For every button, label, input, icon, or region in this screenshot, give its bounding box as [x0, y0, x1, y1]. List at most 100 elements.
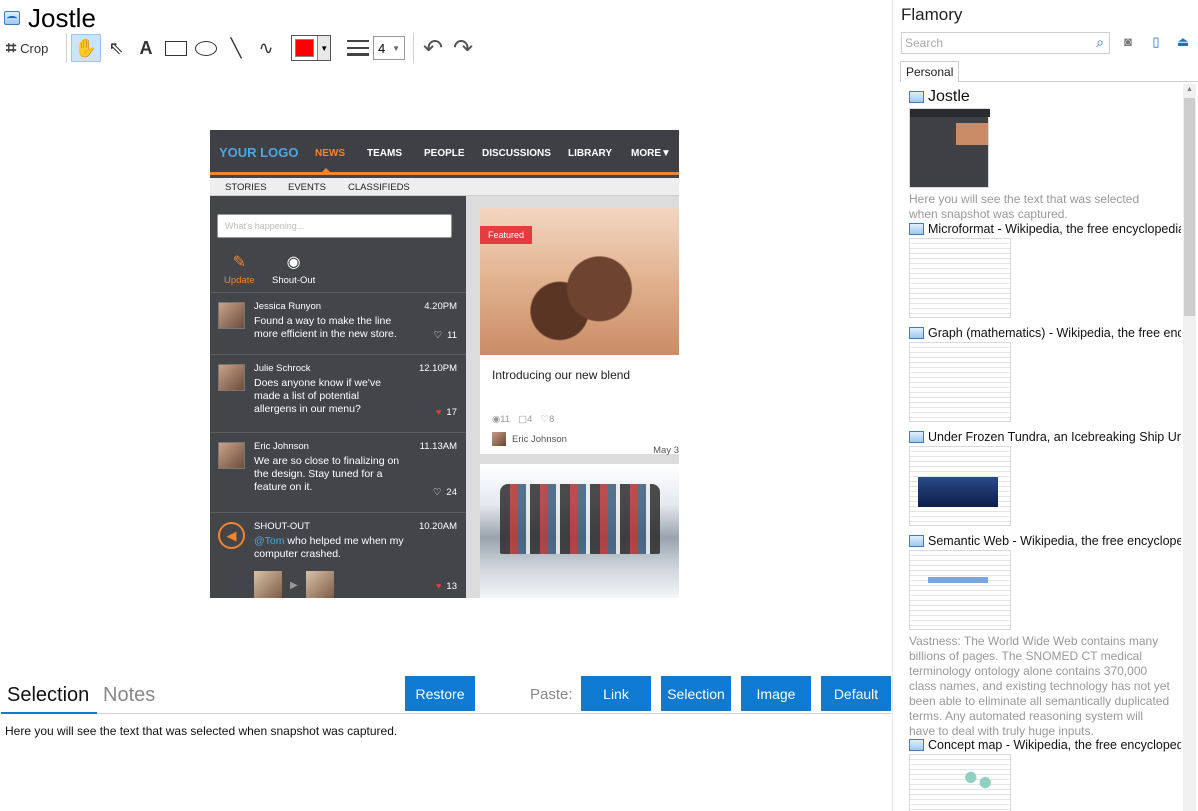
hand-icon: ✋ [74, 37, 98, 58]
camera-icon[interactable]: ◙ [1120, 34, 1136, 50]
likes-stat: ♡8 [540, 414, 554, 425]
snapshot-nav-item: NEWS [315, 148, 345, 159]
list-item-description: Vastness: The World Wide Web contains ma… [909, 634, 1170, 738]
shoutout-thumbs: ▶ [254, 571, 334, 598]
rectangle-tool-button[interactable] [161, 34, 191, 62]
hand-tool-button[interactable]: ✋ [71, 34, 101, 62]
page-icon [909, 739, 924, 751]
tab-selection[interactable]: Selection [7, 684, 89, 707]
paste-label: Paste: [530, 686, 573, 703]
snapshot-nav-item: DISCUSSIONS [482, 148, 551, 159]
feed-like-count: 13 [446, 581, 457, 592]
paste-selection-button[interactable]: Selection [661, 676, 731, 711]
snapshot-nav-item: LIBRARY [568, 148, 613, 159]
document-icon[interactable]: ▯ [1148, 34, 1164, 50]
freehand-tool-button[interactable]: ∿ [251, 34, 281, 62]
feed-time: 11.13AM [419, 441, 457, 452]
undo-button[interactable]: ↶ [418, 34, 448, 62]
text-icon: A [139, 37, 153, 58]
diagram-image [960, 767, 996, 793]
flamory-title: Flamory [901, 5, 963, 24]
scroll-up-icon[interactable]: ▲ [1186, 86, 1193, 93]
paste-link-button[interactable]: Link [581, 676, 651, 711]
page-icon [909, 223, 924, 235]
search-input[interactable]: Search ⌕ [901, 32, 1110, 54]
feed-likes: ♥ 13 [436, 581, 457, 592]
line-width-select[interactable]: 4 ▼ [373, 36, 405, 60]
search-icon[interactable]: ⌕ [1096, 34, 1104, 51]
update-label: Update [224, 275, 255, 286]
color-swatch [295, 39, 315, 57]
heart-icon: ♡ [432, 487, 442, 498]
list-item-header: Concept map - Wikipedia, the free encycl… [909, 738, 1181, 752]
feed-text: @Tom who helped me when my computer cras… [254, 535, 404, 561]
snapshot-list: Jostle Here you will see the text that w… [895, 82, 1198, 811]
list-item-title: Under Frozen Tundra, an Icebreaking Ship… [928, 430, 1181, 444]
mention-link: @Tom [254, 535, 285, 547]
views-count: 11 [500, 414, 511, 425]
feed-author: SHOUT-OUT [254, 521, 310, 532]
scrollbar[interactable]: ▲ [1183, 84, 1196, 811]
heart-icon: ♥ [435, 407, 442, 418]
ship-image [918, 477, 998, 507]
ellipse-tool-button[interactable] [191, 34, 221, 62]
title-row: Jostle [4, 4, 96, 32]
tab-notes[interactable]: Notes [103, 684, 155, 707]
color-picker[interactable]: ▼ [291, 35, 331, 61]
shoutout-label: Shout-Out [272, 275, 316, 286]
snapshot-nav-item: TEAMS [367, 148, 402, 159]
snapshot-nav-item: PEOPLE [424, 148, 465, 159]
page-icon [909, 431, 924, 443]
views-stat: ◉11 [492, 414, 510, 425]
scrollbar-thumb[interactable] [1184, 98, 1195, 316]
list-item-description: Here you will see the text that was sele… [909, 192, 1140, 221]
feed-time: 10.20AM [418, 521, 457, 532]
feed-author: Eric Johnson [254, 441, 309, 452]
feed-like-count: 11 [447, 330, 457, 341]
toolbar-separator [66, 33, 67, 63]
paste-default-button[interactable]: Default [821, 676, 891, 711]
list-item-title: Jostle [928, 88, 970, 105]
card-author-name: Eric Johnson [512, 433, 567, 445]
list-item[interactable]: Semantic Web - Wikipedia, the free encyc… [909, 534, 1181, 739]
collapse-up-icon[interactable]: ⏏ [1175, 34, 1191, 50]
list-item[interactable]: Jostle Here you will see the text that w… [909, 88, 1181, 222]
snapshot-subnav-item: EVENTS [288, 182, 327, 193]
nav-caret [321, 168, 331, 173]
crop-button[interactable]: ⌗ Crop [6, 34, 62, 62]
paste-image-button[interactable]: Image [741, 676, 811, 711]
feed-likes: ♥ 17 [436, 407, 457, 418]
list-item-title: Concept map - Wikipedia, the free encycl… [928, 738, 1181, 752]
restore-button[interactable]: Restore [405, 676, 475, 711]
feed-likes: ♡ 24 [433, 487, 457, 498]
feed-like-count: 24 [446, 487, 457, 498]
list-item-header: Microformat - Wikipedia, the free encycl… [909, 222, 1181, 236]
text-tool-button[interactable]: A [131, 34, 161, 62]
snapshot-image[interactable]: YOUR LOGO NEWS TEAMS PEOPLE DISCUSSIONS … [210, 130, 679, 598]
heart-icon: ♥ [435, 581, 442, 592]
snapshot-subnav-item: CLASSIFIEDS [348, 182, 410, 193]
avatar [218, 302, 245, 329]
select-tool-button[interactable]: ⇖ [101, 34, 131, 62]
search-placeholder: Search [905, 36, 944, 50]
selection-text[interactable]: Here you will see the text that was sele… [5, 724, 397, 738]
tab-personal[interactable]: Personal [900, 61, 959, 82]
redo-button[interactable]: ↷ [448, 34, 478, 62]
line-tool-button[interactable]: ╲ [221, 34, 251, 62]
list-item-header: Graph (mathematics) - Wikipedia, the fre… [909, 326, 1181, 340]
ellipse-icon [195, 40, 217, 56]
page-icon [909, 327, 924, 339]
editor-window: Jostle ⌗ Crop ✋ ⇖ A ╲ ∿ ▼ 4 ▼ ↶ ↷ YOUR L… [0, 0, 893, 811]
card-date: May 3 [653, 445, 679, 456]
list-item[interactable]: Under Frozen Tundra, an Icebreaking Ship… [909, 430, 1181, 526]
featured-card: Featured Introducing our new blend ◉11 ▢… [480, 208, 679, 456]
feed-item: ◀ SHOUT-OUT 10.20AM @Tom who helped me w… [210, 512, 466, 598]
page-icon [909, 91, 924, 103]
list-item-title: Semantic Web - Wikipedia, the free encyc… [928, 534, 1181, 548]
chevron-down-icon: ▼ [392, 43, 400, 53]
list-item[interactable]: Graph (mathematics) - Wikipedia, the fre… [909, 326, 1181, 422]
list-item[interactable]: Microformat - Wikipedia, the free encycl… [909, 222, 1181, 318]
list-item-thumbnail [909, 238, 1011, 318]
chevron-down-icon: ▼ [317, 36, 330, 60]
list-item[interactable]: Concept map - Wikipedia, the free encycl… [909, 738, 1181, 811]
